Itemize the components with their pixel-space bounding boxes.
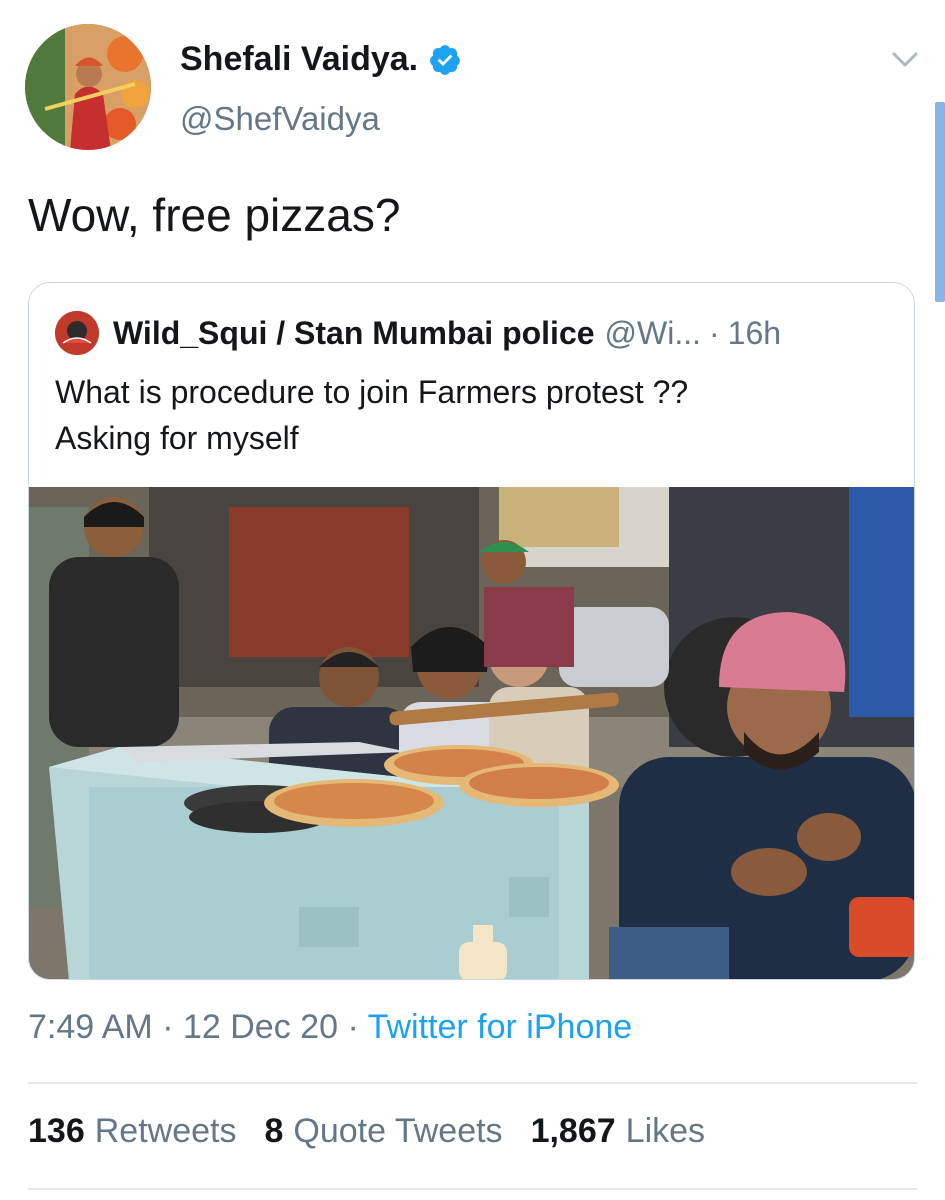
scrollbar[interactable] bbox=[935, 102, 945, 302]
author-handle[interactable]: @ShefVaidya bbox=[180, 100, 380, 138]
tweet-text: Wow, free pizzas? bbox=[28, 189, 401, 241]
quoted-tweet-header: Wild_Squi / Stan Mumbai police @Wi... · … bbox=[55, 311, 781, 355]
quoted-author-avatar[interactable] bbox=[55, 311, 99, 355]
quote-tweets-count: 8 bbox=[264, 1112, 284, 1150]
retweets-stat[interactable]: 136 Retweets bbox=[28, 1112, 236, 1151]
likes-stat[interactable]: 1,867 Likes bbox=[531, 1112, 705, 1151]
meta-separator: · bbox=[347, 1008, 359, 1046]
tweet-meta: 7:49 AM · 12 Dec 20 · Twitter for iPhone bbox=[28, 1008, 632, 1047]
chevron-down-icon[interactable] bbox=[890, 48, 920, 72]
author-avatar[interactable] bbox=[25, 24, 151, 150]
quoted-tweet-photo[interactable] bbox=[29, 487, 914, 979]
quoted-separator: · bbox=[709, 314, 720, 351]
tweet-time[interactable]: 7:49 AM bbox=[28, 1008, 153, 1046]
likes-label: Likes bbox=[625, 1112, 706, 1150]
quoted-text-line: Asking for myself bbox=[55, 420, 299, 456]
likes-count: 1,867 bbox=[530, 1112, 616, 1150]
verified-badge-icon bbox=[430, 44, 460, 75]
author-display-name[interactable]: Shefali Vaidya. bbox=[180, 40, 462, 79]
quoted-timestamp[interactable]: 16h bbox=[728, 315, 781, 352]
quoted-author-name[interactable]: Wild_Squi / Stan Mumbai police bbox=[113, 315, 595, 352]
author-name-text[interactable]: Shefali Vaidya. bbox=[180, 40, 418, 79]
divider bbox=[28, 1082, 917, 1084]
quoted-tweet-card[interactable]: Wild_Squi / Stan Mumbai police @Wi... · … bbox=[28, 282, 915, 980]
tweet-stats: 136 Retweets 8 Quote Tweets 1,867 Likes bbox=[28, 1112, 705, 1151]
tweet-source-link[interactable]: Twitter for iPhone bbox=[368, 1008, 633, 1046]
quoted-text-line: What is procedure to join Farmers protes… bbox=[55, 374, 689, 410]
retweets-count: 136 bbox=[28, 1112, 85, 1150]
quoted-tweet-text: What is procedure to join Farmers protes… bbox=[55, 369, 875, 461]
tweet-date[interactable]: 12 Dec 20 bbox=[183, 1008, 338, 1046]
divider bbox=[28, 1188, 917, 1190]
meta-separator: · bbox=[162, 1008, 174, 1046]
quoted-author-handle[interactable]: @Wi... bbox=[605, 315, 701, 352]
quote-tweets-label: Quote Tweets bbox=[293, 1112, 503, 1150]
retweets-label: Retweets bbox=[94, 1112, 237, 1150]
quote-tweets-stat[interactable]: 8 Quote Tweets bbox=[264, 1112, 502, 1151]
